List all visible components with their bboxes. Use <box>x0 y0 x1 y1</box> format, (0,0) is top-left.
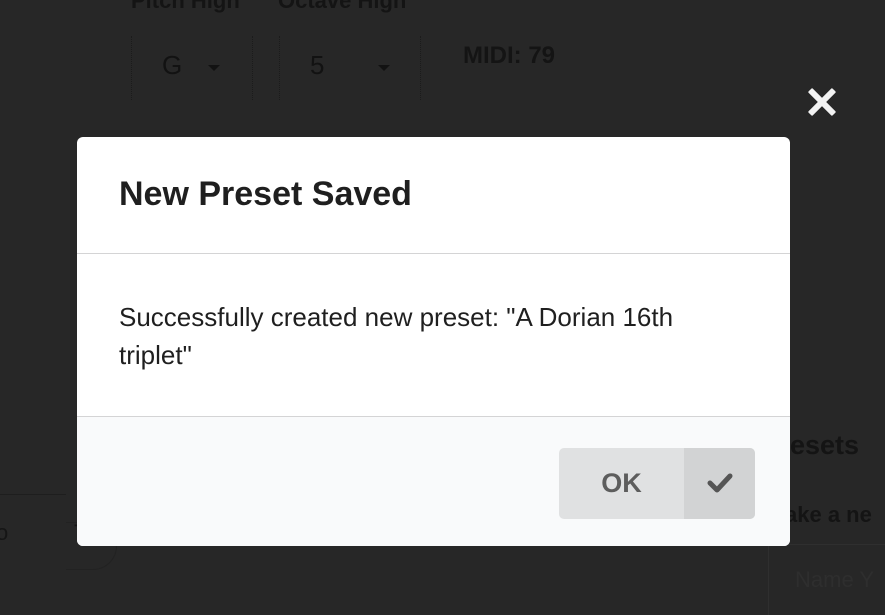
presets-subtext: ake a ne <box>785 502 872 527</box>
pitch-high-value: G <box>162 50 183 80</box>
preset-saved-modal: New Preset Saved Successfully created ne… <box>77 137 790 546</box>
modal-message: Successfully created new preset: "A Dori… <box>119 302 674 370</box>
preset-name-placeholder: Name Y <box>795 567 875 592</box>
caret-down-icon <box>208 65 220 71</box>
modal-header: New Preset Saved <box>77 137 790 254</box>
presets-heading: esets <box>790 430 860 460</box>
modal-title: New Preset Saved <box>119 175 412 213</box>
octave-high-select[interactable]: 5 <box>279 36 421 100</box>
pitch-high-select[interactable]: G <box>131 36 253 100</box>
divider <box>0 494 66 495</box>
caret-down-icon <box>378 65 390 71</box>
pitch-high-label: Pitch High <box>131 0 240 13</box>
octave-high-label: Octave High <box>278 0 407 13</box>
ok-button[interactable]: OK <box>559 448 755 519</box>
modal-actions: OK <box>77 417 790 546</box>
modal-content: Successfully created new preset: "A Dori… <box>77 254 790 417</box>
checkmark-icon <box>707 473 733 493</box>
ok-button-label: OK <box>601 468 642 498</box>
preset-name-input[interactable]: Name Y <box>768 544 885 615</box>
close-icon[interactable] <box>806 86 838 118</box>
midi-readout: MIDI: 79 <box>463 42 556 69</box>
left-text-fragment: o <box>0 520 9 545</box>
ok-button-icon-area <box>684 448 755 519</box>
octave-high-value: 5 <box>310 50 325 80</box>
